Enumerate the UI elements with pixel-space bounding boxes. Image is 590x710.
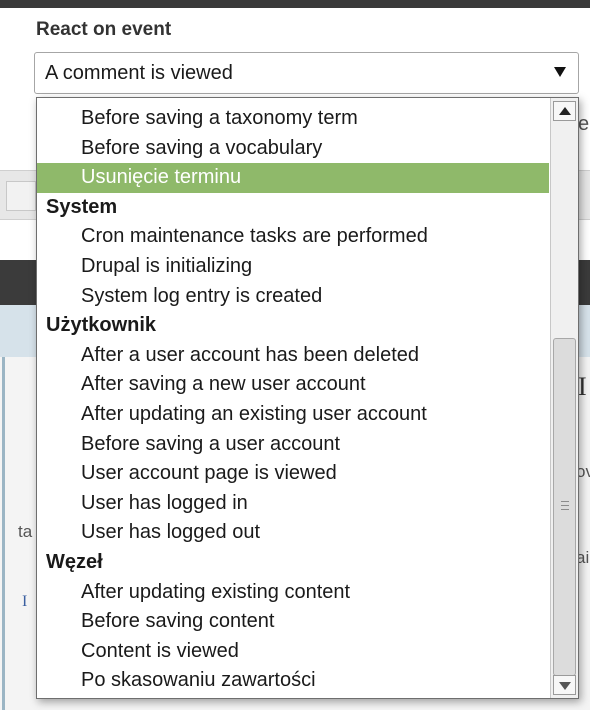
dropdown-option[interactable]: Usunięcie terminu xyxy=(37,163,549,193)
react-on-event-label: React on event xyxy=(36,19,172,40)
bg-link-fragment[interactable]: I xyxy=(22,593,35,611)
bg-heading-fragment: I xyxy=(578,372,587,401)
arrow-up-icon xyxy=(559,107,571,115)
option-group-label: Użytkownik xyxy=(46,314,157,337)
dropdown-option[interactable]: After saving a new user account xyxy=(37,370,549,400)
scrollbar-thumb[interactable] xyxy=(553,338,576,676)
dropdown-option[interactable]: Cron maintenance tasks are performed xyxy=(37,222,549,252)
dropdown-option[interactable]: After a user account has been deleted xyxy=(37,341,549,371)
dropdown-option[interactable]: Content is viewed xyxy=(37,637,549,667)
dropdown-option[interactable]: User has logged out xyxy=(37,518,549,548)
dropdown-option[interactable]: Before saving a vocabulary xyxy=(37,134,549,164)
scroll-down-button[interactable] xyxy=(553,675,576,695)
option-group-label: Węzeł xyxy=(46,550,103,573)
grip-icon xyxy=(561,501,569,510)
admin-toolbar xyxy=(0,0,590,8)
dropdown-option[interactable]: Drupal is initializing xyxy=(37,252,549,282)
caret-down-icon xyxy=(554,67,566,77)
scroll-up-button[interactable] xyxy=(553,101,576,121)
dropdown-option[interactable]: After updating an existing user account xyxy=(37,400,549,430)
bg-text-fragment: e xyxy=(578,113,590,135)
dropdown-option[interactable]: System log entry is created xyxy=(37,282,549,312)
react-on-event-select[interactable]: A comment is viewed xyxy=(34,52,579,94)
dropdown-option[interactable]: Before saving a user account xyxy=(37,430,549,460)
event-dropdown-list[interactable]: Before saving a taxonomy term Before savi… xyxy=(36,97,579,699)
tab-stub[interactable] xyxy=(6,181,36,211)
bg-text-fragment: ta xyxy=(18,522,33,541)
option-list: Before saving a taxonomy term Before savi… xyxy=(37,104,549,696)
select-current-value: A comment is viewed xyxy=(45,62,233,84)
dropdown-option[interactable]: Before saving content xyxy=(37,607,549,637)
dropdown-option[interactable]: Before saving a taxonomy term xyxy=(37,104,549,134)
dropdown-option[interactable]: Po skasowaniu zawartości xyxy=(37,666,549,696)
option-group-label: System xyxy=(46,195,118,218)
dropdown-option[interactable]: User account page is viewed xyxy=(37,459,549,489)
dropdown-option[interactable]: User has logged in xyxy=(37,489,549,519)
dropdown-option[interactable]: After updating existing content xyxy=(37,578,549,608)
dropdown-scrollbar[interactable] xyxy=(550,98,578,698)
content-left-border xyxy=(2,357,5,710)
arrow-down-icon xyxy=(559,682,571,690)
